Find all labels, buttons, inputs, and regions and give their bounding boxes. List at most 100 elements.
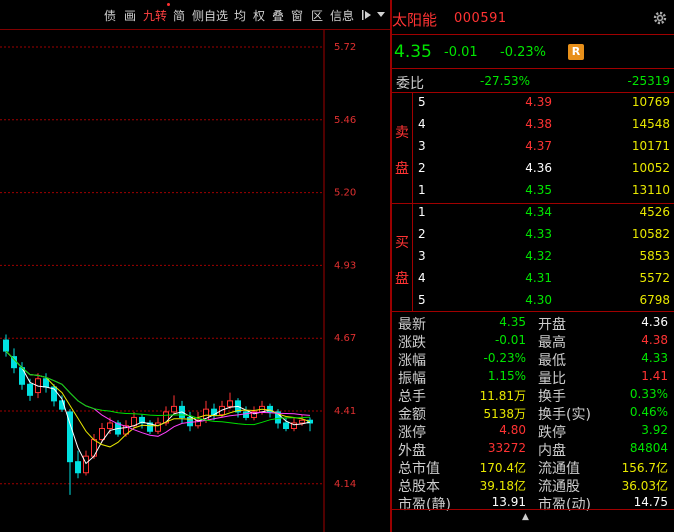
stat-row: 振幅 1.15% 量比 1.41 [392, 366, 674, 387]
sell-price: 4.35 [525, 183, 552, 197]
stat-value: -0.01 [494, 333, 526, 347]
stock-code: 000591 [454, 11, 507, 26]
header-divider [392, 34, 674, 35]
buy-price: 4.34 [525, 205, 552, 219]
pin-icon[interactable] [362, 9, 374, 21]
sell-level-row[interactable]: 5 4.39 10769 [412, 92, 674, 114]
price-divider [392, 68, 674, 69]
sell-side-label: 卖 盘 [392, 122, 412, 178]
sell-volume: 10769 [631, 95, 670, 109]
chevron-down-icon[interactable] [377, 12, 385, 18]
toolbar-simple[interactable]: 简 [173, 7, 185, 24]
toolbar-draw[interactable]: 画 [124, 7, 136, 24]
buy-volume: 4526 [639, 205, 670, 219]
kline-chart-panel[interactable]: 债 画 九转 简 侧自选 均 权 叠 窗 区 信息 5.72 5.46 5.20 4.… [0, 0, 390, 532]
price-label: 4.14 [334, 479, 356, 490]
toolbar-watchlist[interactable]: 侧自选 [192, 7, 228, 24]
buy-volume: 10582 [631, 227, 670, 241]
stat-label: 市盈(动) [538, 497, 591, 513]
buy-level-row[interactable]: 4 4.31 5572 [412, 268, 674, 290]
sell-volume: 10052 [631, 161, 670, 175]
price-label: 5.46 [334, 115, 356, 126]
stat-value: 0.46% [629, 405, 668, 419]
toolbar-overlay[interactable]: 叠 [272, 7, 284, 24]
buy-level: 3 [418, 249, 426, 263]
stat-row: 总股本 39.18亿 流通股 36.03亿 [392, 474, 674, 495]
stat-label: 市盈(静) [398, 497, 451, 513]
stat-value: 4.33 [641, 351, 668, 365]
toolbar-average[interactable]: 均 [234, 7, 246, 24]
price-axis-labels: 5.72 5.46 5.20 4.93 4.67 4.41 4.14 [334, 42, 356, 490]
stat-value: 13.91 [491, 495, 526, 509]
price-label: 5.20 [334, 188, 356, 199]
sell-level: 3 [418, 139, 426, 153]
candle [171, 395, 177, 415]
stat-value: 0.33% [629, 387, 668, 401]
candle [75, 450, 81, 479]
weibi-diff: -25319 [627, 74, 670, 88]
price-change: -0.01 [444, 45, 478, 60]
weibi-pct: -27.53% [480, 74, 531, 88]
sell-price: 4.38 [525, 117, 552, 131]
toolbar-jiuzhuan[interactable]: 九转 [143, 7, 167, 24]
sell-level-row[interactable]: 4 4.38 14548 [412, 114, 674, 136]
stat-row: 涨停 4.80 跌停 3.92 [392, 420, 674, 441]
sell-price: 4.36 [525, 161, 552, 175]
kline-svg[interactable]: 5.72 5.46 5.20 4.93 4.67 4.41 4.14 [0, 30, 390, 532]
stat-value: 1.41 [641, 369, 668, 383]
gear-icon[interactable] [652, 10, 668, 26]
price-label: 4.93 [334, 260, 356, 271]
candle [187, 411, 193, 432]
scroll-up-icon[interactable]: ▲ [522, 512, 529, 522]
sell-volume: 13110 [631, 183, 670, 197]
toolbar-bond[interactable]: 债 [104, 7, 116, 24]
bottom-divider [392, 509, 674, 510]
stat-row: 总市值 170.4亿 流通值 156.7亿 [392, 456, 674, 477]
stat-row: 总手 11.81万 换手 0.33% [392, 384, 674, 405]
buy-level-row[interactable]: 2 4.33 10582 [412, 224, 674, 246]
buy-price: 4.33 [525, 227, 552, 241]
stat-value: 14.75 [633, 495, 668, 509]
stat-row: 金额 5138万 换手(实) 0.46% [392, 402, 674, 423]
sell-level-row[interactable]: 1 4.35 13110 [412, 180, 674, 202]
r-badge[interactable]: R [568, 44, 584, 60]
quote-panel: 太阳能 000591 4.35 -0.01 -0.23% R 委比 -27.53… [392, 0, 674, 532]
buy-label-char-1: 买 [395, 235, 409, 251]
price-label: 5.72 [334, 42, 356, 53]
sell-level: 5 [418, 95, 426, 109]
stat-row: 最新 4.35 开盘 4.36 [392, 312, 674, 333]
toolbar-range[interactable]: 区 [311, 7, 323, 24]
price-change-pct: -0.23% [500, 45, 546, 60]
buy-level-row[interactable]: 1 4.34 4526 [412, 202, 674, 224]
sell-volume: 14548 [631, 117, 670, 131]
stat-value: 33272 [487, 441, 526, 455]
stat-value: 4.36 [641, 315, 668, 329]
price-label: 4.41 [334, 406, 356, 417]
candle [211, 403, 217, 421]
sell-label-char-2: 盘 [395, 161, 409, 177]
price-label: 4.67 [334, 333, 356, 344]
buy-price: 4.32 [525, 249, 552, 263]
buy-level-row[interactable]: 5 4.30 6798 [412, 290, 674, 312]
buy-side-label: 买 盘 [392, 232, 412, 288]
candlesticks [3, 334, 313, 495]
candle [307, 417, 313, 432]
buy-level: 5 [418, 293, 426, 307]
buy-price: 4.31 [525, 271, 552, 285]
sell-level-row[interactable]: 2 4.36 10052 [412, 158, 674, 180]
stat-value: 1.15% [487, 369, 526, 383]
jiuzhuan-indicator-dot [167, 3, 170, 6]
toolbar-window[interactable]: 窗 [291, 7, 303, 24]
sell-level-row[interactable]: 3 4.37 10171 [412, 136, 674, 158]
stat-row: 涨幅 -0.23% 最低 4.33 [392, 348, 674, 369]
candle [147, 420, 153, 435]
toolbar-rights[interactable]: 权 [253, 7, 265, 24]
buy-level-row[interactable]: 3 4.32 5853 [412, 246, 674, 268]
stock-name: 太阳能 [392, 11, 438, 29]
weibi-label: 委比 [396, 76, 424, 92]
stat-value: 4.38 [641, 333, 668, 347]
buy-price: 4.30 [525, 293, 552, 307]
buy-label-char-2: 盘 [395, 271, 409, 287]
stat-row: 涨跌 -0.01 最高 4.38 [392, 330, 674, 351]
toolbar-info[interactable]: 信息 [330, 7, 354, 24]
